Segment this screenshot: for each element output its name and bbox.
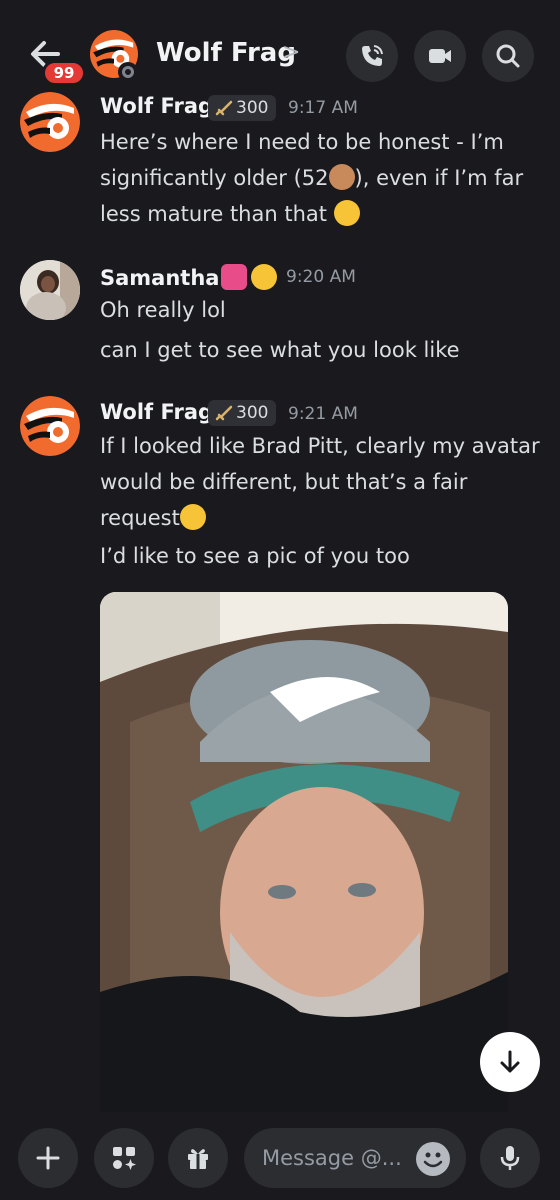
message-line: can I get to see what you look like — [100, 338, 460, 362]
message-content[interactable]: Oh really lol — [100, 292, 540, 328]
chevron-right-icon[interactable]: > — [282, 40, 300, 65]
message-timestamp: 9:21 AM — [288, 404, 358, 424]
sword-icon — [215, 405, 233, 421]
message-line: Oh really lol — [100, 298, 226, 322]
message-timestamp: 9:17 AM — [288, 98, 358, 118]
selfie-photo — [100, 592, 508, 1112]
gift-button[interactable] — [168, 1128, 228, 1188]
phone-call-icon — [362, 45, 383, 66]
author-name[interactable]: Samantha — [100, 264, 278, 290]
message-line: less mature than that — [100, 202, 327, 226]
joy-emoji-icon — [179, 504, 206, 530]
gift-icon — [188, 1149, 208, 1169]
emoji-picker-icon[interactable] — [416, 1142, 450, 1176]
sweat-smile-emoji-icon — [333, 200, 360, 226]
flyers-logo-icon — [20, 92, 80, 152]
message-line: request — [100, 506, 180, 530]
message-line: significantly older (52 — [100, 166, 329, 190]
role-badge[interactable]: 300 — [208, 95, 276, 121]
scroll-to-bottom-button[interactable] — [480, 1032, 540, 1092]
see-no-evil-monkey-emoji-icon — [328, 164, 355, 190]
author-avatar[interactable] — [20, 260, 80, 320]
role-badge[interactable]: 300 — [208, 400, 276, 426]
search-icon — [496, 44, 520, 68]
apps-button[interactable] — [94, 1128, 154, 1188]
arrow-down-icon — [500, 1050, 520, 1073]
composer-bar: Message @... — [0, 1112, 560, 1200]
role-badge-value: 300 — [236, 403, 269, 423]
flyers-logo-icon — [20, 396, 80, 456]
sword-icon — [215, 100, 233, 116]
video-call-button[interactable] — [414, 30, 466, 82]
message-content[interactable]: Here’s where I need to be honest - I’m s… — [100, 124, 540, 232]
message-line: ), even if I’m far — [354, 166, 524, 190]
author-name-text: Samantha — [100, 266, 220, 290]
apps-sparkle-icon — [113, 1147, 136, 1170]
channel-title[interactable]: Wolf Frag — [156, 38, 296, 68]
author-name[interactable]: Wolf Frag — [100, 400, 213, 424]
image-attachment[interactable] — [100, 592, 508, 1112]
profile-photo-icon — [20, 260, 80, 320]
unread-badge: 99 — [42, 60, 86, 86]
plus-icon — [36, 1146, 60, 1170]
message-line: I’d like to see a pic of you too — [100, 544, 410, 568]
message-timestamp: 9:20 AM — [286, 267, 356, 287]
status-indicator — [118, 62, 138, 82]
message-line: would be different, but that’s a fair — [100, 470, 468, 494]
role-badge-value: 300 — [236, 98, 269, 118]
author-avatar[interactable] — [20, 396, 80, 456]
message-content[interactable]: I’d like to see a pic of you too — [100, 538, 540, 574]
smile-face-icon — [423, 1152, 443, 1168]
author-name[interactable]: Wolf Frag — [100, 94, 213, 118]
voice-call-button[interactable] — [346, 30, 398, 82]
chat-header: 99 Wolf Frag > — [0, 0, 560, 100]
two-hearts-emoji-icon — [221, 264, 248, 290]
voice-message-button[interactable] — [480, 1128, 540, 1188]
message-line: If I looked like Brad Pitt, clearly my a… — [100, 434, 540, 458]
smiley-emoji-icon — [251, 264, 278, 290]
search-button[interactable] — [482, 30, 534, 82]
microphone-icon — [500, 1146, 520, 1170]
author-avatar[interactable] — [20, 92, 80, 152]
message-line: Here’s where I need to be honest - I’m — [100, 130, 504, 154]
video-camera-icon — [429, 49, 451, 63]
message-content[interactable]: can I get to see what you look like — [100, 332, 540, 368]
add-attachment-button[interactable] — [18, 1128, 78, 1188]
message-content[interactable]: If I looked like Brad Pitt, clearly my a… — [100, 428, 540, 536]
